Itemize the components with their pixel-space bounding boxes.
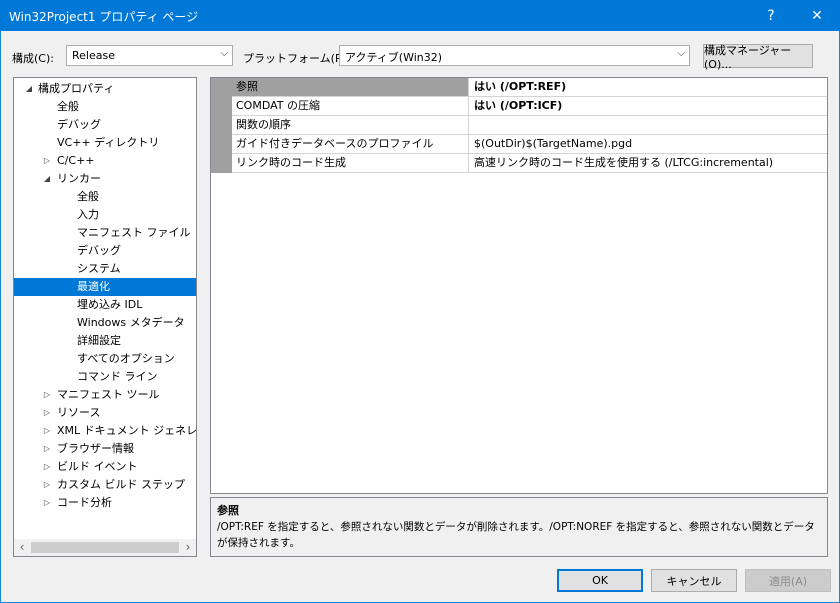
tree-item-selected[interactable]: 最適化 bbox=[14, 278, 196, 296]
tree-item-label: システム bbox=[77, 262, 121, 275]
tree-item-label: マニフェスト ファイル bbox=[77, 226, 191, 239]
tree-item[interactable]: 全般 bbox=[14, 98, 196, 116]
tree-item[interactable]: ▷ C/C++ bbox=[14, 152, 196, 170]
tree-item-label: デバッグ bbox=[77, 244, 121, 257]
property-name[interactable]: 関数の順序 bbox=[232, 116, 469, 134]
chevron-down-icon: ⌵ bbox=[677, 48, 685, 59]
tree-item-label: ビルド イベント bbox=[57, 460, 138, 473]
apply-button[interactable]: 適用(A) bbox=[745, 569, 831, 592]
expander-icon[interactable]: ▷ bbox=[41, 422, 53, 440]
config-dropdown[interactable]: Release ⌵ bbox=[66, 45, 233, 66]
tree-item-label: Windows メタデータ bbox=[77, 316, 185, 329]
property-name[interactable]: 参照 bbox=[232, 78, 469, 96]
expander-icon[interactable]: ▷ bbox=[41, 494, 53, 512]
tree-item-label: C/C++ bbox=[57, 154, 95, 167]
tree-item[interactable]: 入力 bbox=[14, 206, 196, 224]
property-row[interactable]: リンク時のコード生成 高速リンク時のコード生成を使用する (/LTCG:incr… bbox=[232, 154, 827, 173]
config-label: 構成(C): bbox=[12, 52, 54, 65]
property-grid: 参照 はい (/OPT:REF) COMDAT の圧縮 はい (/OPT:ICF… bbox=[210, 77, 828, 494]
platform-label: プラットフォーム(P): bbox=[243, 52, 350, 65]
description-title: 参照 bbox=[217, 504, 239, 517]
expander-icon[interactable]: ◢ bbox=[41, 170, 53, 188]
expander-icon[interactable]: ▷ bbox=[41, 404, 53, 422]
tree-item[interactable]: デバッグ bbox=[14, 242, 196, 260]
tree-item-label: 全般 bbox=[77, 190, 99, 203]
description-text: /OPT:REF を指定すると、参照されない関数とデータが削除されます。/OPT… bbox=[217, 521, 815, 549]
property-tree[interactable]: ◢ 構成プロパティ 全般 デバッグ VC++ ディレクトリ ▷ C/C++ ◢ … bbox=[13, 77, 197, 557]
tree-item-label: マニフェスト ツール bbox=[57, 388, 160, 401]
tree-item-label: 最適化 bbox=[77, 280, 110, 293]
horizontal-scrollbar[interactable]: ‹ › bbox=[14, 539, 196, 556]
tree-item[interactable]: ▷ リソース bbox=[14, 404, 196, 422]
tree-item[interactable]: デバッグ bbox=[14, 116, 196, 134]
window-title: Win32Project1 プロパティ ページ bbox=[9, 10, 199, 24]
tree-item-label: カスタム ビルド ステップ bbox=[57, 478, 185, 491]
tree-item[interactable]: ▷ XML ドキュメント ジェネレーター bbox=[14, 422, 196, 440]
tree-item-label: リソース bbox=[57, 406, 101, 419]
tree-item[interactable]: 全般 bbox=[14, 188, 196, 206]
tree-item[interactable]: すべてのオプション bbox=[14, 350, 196, 368]
scrollbar-thumb[interactable] bbox=[31, 542, 179, 553]
tree-item-label: ブラウザー情報 bbox=[57, 442, 134, 455]
tree-item-label: 詳細設定 bbox=[77, 334, 121, 347]
tree-item[interactable]: システム bbox=[14, 260, 196, 278]
title-bar: Win32Project1 プロパティ ページ ? ✕ bbox=[0, 0, 840, 31]
scroll-right-icon[interactable]: › bbox=[180, 540, 196, 554]
tree-item[interactable]: ◢ 構成プロパティ bbox=[14, 80, 196, 98]
grid-gutter bbox=[211, 78, 232, 173]
config-value: Release bbox=[72, 49, 115, 62]
tree-item-label: コード分析 bbox=[57, 496, 112, 509]
expander-icon[interactable]: ▷ bbox=[41, 386, 53, 404]
property-row[interactable]: 関数の順序 bbox=[232, 116, 827, 135]
property-name[interactable]: COMDAT の圧縮 bbox=[232, 97, 469, 115]
property-name[interactable]: リンク時のコード生成 bbox=[232, 154, 469, 172]
tree-item[interactable]: Windows メタデータ bbox=[14, 314, 196, 332]
help-button[interactable]: ? bbox=[748, 0, 794, 31]
tree-item[interactable]: ▷ カスタム ビルド ステップ bbox=[14, 476, 196, 494]
expander-icon[interactable]: ◢ bbox=[23, 80, 35, 98]
scroll-left-icon[interactable]: ‹ bbox=[14, 540, 30, 554]
tree-item-label: コマンド ライン bbox=[77, 370, 158, 383]
expander-icon[interactable]: ▷ bbox=[41, 458, 53, 476]
description-panel: 参照 /OPT:REF を指定すると、参照されない関数とデータが削除されます。/… bbox=[210, 497, 828, 557]
config-manager-button[interactable]: 構成マネージャー(O)... bbox=[703, 44, 813, 71]
tree-item-label: すべてのオプション bbox=[77, 352, 175, 365]
platform-value: アクティブ(Win32) bbox=[345, 51, 443, 64]
tree-item[interactable]: VC++ ディレクトリ bbox=[14, 134, 196, 152]
expander-icon[interactable]: ▷ bbox=[41, 476, 53, 494]
tree-item[interactable]: コマンド ライン bbox=[14, 368, 196, 386]
tree-item[interactable]: 埋め込み IDL bbox=[14, 296, 196, 314]
tree-item[interactable]: 詳細設定 bbox=[14, 332, 196, 350]
property-row[interactable]: COMDAT の圧縮 はい (/OPT:ICF) bbox=[232, 97, 827, 116]
property-value[interactable]: はい (/OPT:REF) bbox=[470, 78, 830, 96]
ok-button[interactable]: OK bbox=[557, 569, 643, 592]
tree-item[interactable]: マニフェスト ファイル bbox=[14, 224, 196, 242]
property-row[interactable]: 参照 はい (/OPT:REF) bbox=[232, 78, 827, 97]
tree-item[interactable]: ▷ ブラウザー情報 bbox=[14, 440, 196, 458]
close-button[interactable]: ✕ bbox=[794, 0, 840, 31]
tree-item-label: 全般 bbox=[57, 100, 79, 113]
property-value[interactable] bbox=[470, 116, 830, 134]
tree-item[interactable]: ▷ コード分析 bbox=[14, 494, 196, 512]
property-value[interactable]: 高速リンク時のコード生成を使用する (/LTCG:incremental) bbox=[470, 154, 830, 172]
expander-icon[interactable]: ▷ bbox=[41, 152, 53, 170]
tree-item-label: デバッグ bbox=[57, 118, 101, 131]
property-name[interactable]: ガイド付きデータベースのプロファイル bbox=[232, 135, 469, 153]
property-row[interactable]: ガイド付きデータベースのプロファイル $(OutDir)$(TargetName… bbox=[232, 135, 827, 154]
property-value[interactable]: $(OutDir)$(TargetName).pgd bbox=[470, 135, 830, 153]
tree-item[interactable]: ▷ ビルド イベント bbox=[14, 458, 196, 476]
tree-item-label: 埋め込み IDL bbox=[77, 298, 143, 311]
tree-item-label: 構成プロパティ bbox=[38, 82, 115, 95]
tree-item-label: XML ドキュメント ジェネレーター bbox=[57, 424, 197, 437]
platform-dropdown[interactable]: アクティブ(Win32) ⌵ bbox=[339, 45, 690, 66]
tree-item-label: VC++ ディレクトリ bbox=[57, 136, 160, 149]
tree-item-label: リンカー bbox=[57, 172, 101, 185]
property-value[interactable]: はい (/OPT:ICF) bbox=[470, 97, 830, 115]
tree-item-label: 入力 bbox=[77, 208, 99, 221]
tree-item[interactable]: ▷ マニフェスト ツール bbox=[14, 386, 196, 404]
chevron-down-icon: ⌵ bbox=[220, 48, 228, 59]
expander-icon[interactable]: ▷ bbox=[41, 440, 53, 458]
tree-item[interactable]: ◢ リンカー bbox=[14, 170, 196, 188]
cancel-button[interactable]: キャンセル bbox=[651, 569, 737, 592]
